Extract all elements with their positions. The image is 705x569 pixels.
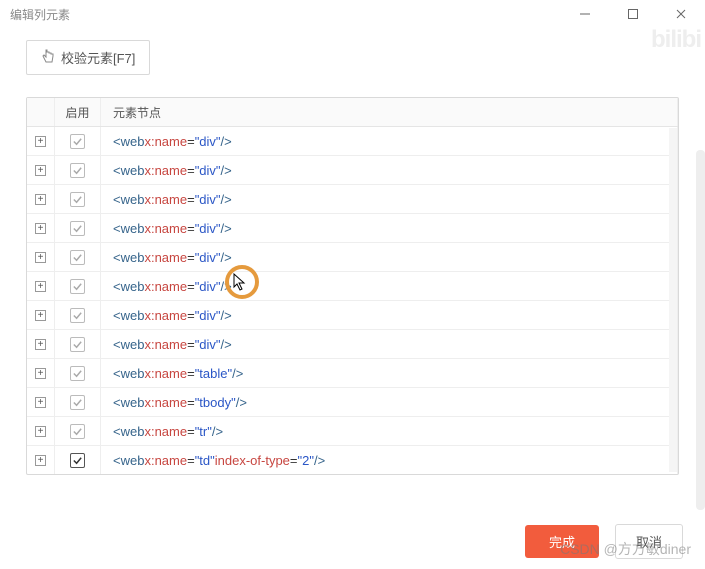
enable-checkbox[interactable] [70,366,85,381]
node-cell[interactable]: <web x:name="div" /> [101,214,678,242]
table-row[interactable]: + <web x:name="div" /> [27,185,678,214]
node-cell[interactable]: <web x:name="tr" /> [101,417,678,445]
expand-icon[interactable]: + [35,194,46,205]
expand-icon[interactable]: + [35,426,46,437]
window-title: 编辑列元素 [10,6,70,23]
minimize-button[interactable] [569,0,601,28]
node-cell[interactable]: <web x:name="div" /> [101,301,678,329]
node-cell[interactable]: <web x:name="div" /> [101,272,678,300]
validate-element-button[interactable]: 校验元素[F7] [26,40,150,75]
table-header: 启用 元素节点 [27,98,678,127]
header-expand [27,98,55,126]
node-cell[interactable]: <web x:name="div" /> [101,185,678,213]
expand-icon[interactable]: + [35,397,46,408]
expand-icon[interactable]: + [35,136,46,147]
enable-checkbox[interactable] [70,163,85,178]
expand-icon[interactable]: + [35,310,46,321]
table-row[interactable]: + <web x:name="div" /> [27,156,678,185]
node-cell[interactable]: <web x:name="div" /> [101,127,678,155]
enable-checkbox[interactable] [70,250,85,265]
node-cell[interactable]: <web x:name="div" /> [101,156,678,184]
expand-icon[interactable]: + [35,339,46,350]
enable-checkbox[interactable] [70,221,85,236]
expand-icon[interactable]: + [35,368,46,379]
table-row[interactable]: + <web x:name="div" /> [27,214,678,243]
table-scrollbar[interactable] [669,128,677,472]
table-row[interactable]: + <web x:name="td" index-of-type="2" /> [27,446,678,474]
enable-checkbox[interactable] [70,337,85,352]
node-cell[interactable]: <web x:name="div" /> [101,243,678,271]
table-row[interactable]: + <web x:name="div" /> [27,272,678,301]
table-row[interactable]: + <web x:name="div" /> [27,301,678,330]
table-row[interactable]: + <web x:name="tr" /> [27,417,678,446]
enable-checkbox[interactable] [70,134,85,149]
cancel-button[interactable]: 取消 [615,524,683,559]
validate-label: 校验元素[F7] [61,48,135,67]
expand-icon[interactable]: + [35,252,46,263]
node-cell[interactable]: <web x:name="td" index-of-type="2" /> [101,446,678,474]
enable-checkbox[interactable] [70,308,85,323]
expand-icon[interactable]: + [35,455,46,466]
enable-checkbox[interactable] [70,424,85,439]
table-row[interactable]: + <web x:name="tbody" /> [27,388,678,417]
pointer-icon [41,48,55,67]
node-cell[interactable]: <web x:name="tbody" /> [101,388,678,416]
table-body: + <web x:name="div" /> + <web x:name="div" … [27,127,678,474]
expand-icon[interactable]: + [35,281,46,292]
close-button[interactable] [665,0,697,28]
table-row[interactable]: + <web x:name="div" /> [27,127,678,156]
table-row[interactable]: + <web x:name="div" /> [27,243,678,272]
maximize-button[interactable] [617,0,649,28]
enable-checkbox[interactable] [70,453,85,468]
node-cell[interactable]: <web x:name="table" /> [101,359,678,387]
enable-checkbox[interactable] [70,192,85,207]
table-row[interactable]: + <web x:name="table" /> [27,359,678,388]
enable-checkbox[interactable] [70,279,85,294]
enable-checkbox[interactable] [70,395,85,410]
expand-icon[interactable]: + [35,223,46,234]
header-node: 元素节点 [101,98,678,126]
element-table: 启用 元素节点 + <web x:name="div" /> + <web x:nam… [26,97,679,475]
expand-icon[interactable]: + [35,165,46,176]
titlebar: 编辑列元素 [0,0,705,28]
finish-button[interactable]: 完成 [525,525,599,558]
header-enable: 启用 [55,98,101,126]
node-cell[interactable]: <web x:name="div" /> [101,330,678,358]
table-row[interactable]: + <web x:name="div" /> [27,330,678,359]
